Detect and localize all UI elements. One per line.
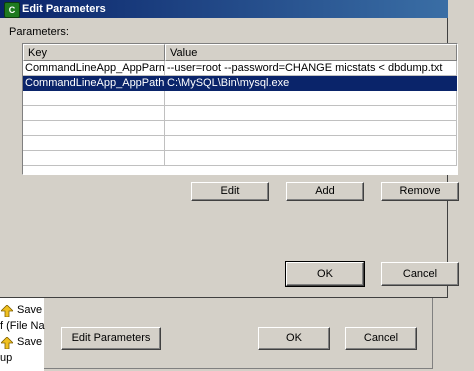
empty-table-row[interactable] — [23, 151, 457, 166]
app-icon: C — [4, 2, 20, 18]
parameters-label: Parameters: — [9, 26, 69, 38]
edit-parameters-dialog: C Edit Parameters Parameters: Key Value … — [0, 0, 459, 298]
ok-button[interactable]: OK — [285, 261, 365, 287]
empty-cell[interactable] — [165, 136, 457, 151]
background-list-item-label: Save — [17, 336, 43, 348]
key-cell[interactable]: CommandLineApp_AppPath — [23, 76, 165, 91]
value-cell[interactable]: --user=root --password=CHANGE micstats <… — [165, 61, 457, 76]
empty-table-row[interactable] — [23, 106, 457, 121]
empty-table-row[interactable] — [23, 136, 457, 151]
empty-cell[interactable] — [165, 91, 457, 106]
background-ok-button[interactable]: OK — [258, 327, 330, 350]
title-bar[interactable]: C Edit Parameters — [0, 0, 448, 18]
empty-cell[interactable] — [23, 151, 165, 166]
empty-table-row[interactable] — [23, 91, 457, 106]
column-header-key[interactable]: Key — [23, 44, 165, 61]
empty-cell[interactable] — [23, 91, 165, 106]
empty-table-row[interactable] — [23, 121, 457, 136]
empty-cell[interactable] — [23, 106, 165, 121]
table-row-selected[interactable]: CommandLineApp_AppPath C:\MySQL\Bin\mysq… — [23, 76, 457, 91]
value-cell[interactable]: C:\MySQL\Bin\mysql.exe — [165, 76, 457, 91]
table-row[interactable]: CommandLineApp_AppParms --user=root --pa… — [23, 61, 457, 76]
remove-button[interactable]: Remove — [381, 182, 459, 201]
parameters-grid[interactable]: Key Value CommandLineApp_AppParms --user… — [22, 43, 458, 175]
key-cell[interactable]: CommandLineApp_AppParms — [23, 61, 165, 76]
edit-button[interactable]: Edit — [191, 182, 269, 201]
empty-cell[interactable] — [165, 121, 457, 136]
add-button[interactable]: Add — [286, 182, 364, 201]
background-cancel-button[interactable]: Cancel — [345, 327, 417, 350]
dialog-title: Edit Parameters — [22, 3, 106, 15]
empty-cell[interactable] — [165, 151, 457, 166]
background-list-item-label: Save — [17, 304, 43, 316]
cancel-button[interactable]: Cancel — [381, 262, 459, 286]
empty-cell[interactable] — [23, 136, 165, 151]
save-icon — [1, 305, 13, 317]
background-list-item-label: f (File Na — [0, 320, 45, 332]
background-list-item-label: up — [0, 352, 13, 364]
save-icon — [1, 337, 13, 349]
edit-parameters-button[interactable]: Edit Parameters — [61, 327, 161, 350]
empty-cell[interactable] — [165, 106, 457, 121]
empty-cell[interactable] — [23, 121, 165, 136]
column-header-value[interactable]: Value — [165, 44, 457, 61]
